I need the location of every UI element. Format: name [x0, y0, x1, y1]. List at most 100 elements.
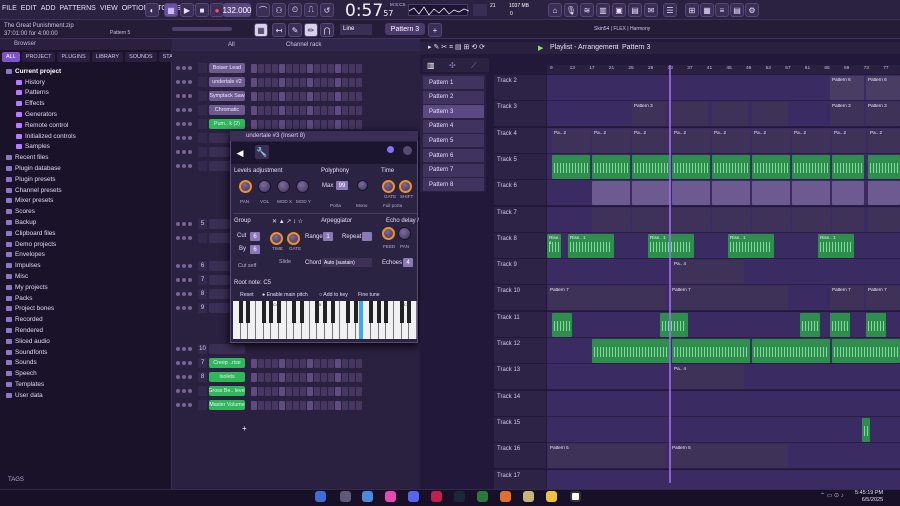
browser-tab-library[interactable]: LIBRARY [91, 52, 124, 62]
playlist-clip[interactable] [592, 207, 630, 232]
channel-pan-knob[interactable] [182, 292, 186, 296]
step-button[interactable] [342, 400, 348, 410]
channel-mute-led[interactable] [176, 389, 180, 393]
step-button[interactable] [258, 386, 264, 396]
channel-mute-led[interactable] [176, 278, 180, 282]
channel-name-button[interactable]: Gross Be.. level [209, 386, 245, 396]
menu-file[interactable]: FILE [2, 5, 17, 12]
media-icon[interactable] [431, 491, 442, 502]
browser-icon[interactable] [500, 491, 511, 502]
step-button[interactable] [349, 400, 355, 410]
step-button[interactable] [286, 91, 292, 101]
browser-item[interactable]: User data [6, 390, 166, 401]
playlist-clip[interactable] [868, 181, 900, 206]
channel-vol-knob[interactable] [188, 136, 192, 140]
pattern-selector[interactable]: Pattern 3 [385, 23, 425, 35]
channel-mute-led[interactable] [176, 375, 180, 379]
step-button[interactable] [265, 358, 271, 368]
step-button[interactable] [251, 358, 257, 368]
step-button[interactable] [265, 77, 271, 87]
step-button[interactable] [356, 77, 362, 87]
step-button[interactable] [251, 105, 257, 115]
black-key[interactable] [346, 301, 350, 323]
step-button[interactable] [314, 386, 320, 396]
menu-edit[interactable]: EDIT [21, 5, 37, 12]
step-button[interactable] [279, 105, 285, 115]
step-button[interactable] [349, 119, 355, 129]
sampler-icon[interactable]: ◀ [234, 147, 246, 159]
step-button[interactable] [321, 386, 327, 396]
step-button[interactable] [342, 119, 348, 129]
step-button[interactable] [258, 119, 264, 129]
piano-keys-icon[interactable]: ▥ [427, 61, 435, 70]
track-header[interactable]: Track 12 [494, 338, 546, 364]
modx-knob[interactable] [277, 180, 290, 193]
step-button[interactable] [258, 372, 264, 382]
playlist-clip[interactable]: Rise.. 1 [568, 233, 614, 258]
step-button[interactable] [328, 372, 334, 382]
playlist-clip[interactable] [866, 312, 886, 337]
playlist-clip[interactable] [792, 207, 830, 232]
playhead[interactable] [669, 65, 671, 483]
step-button[interactable] [286, 386, 292, 396]
echoes-value[interactable]: 4 [403, 258, 413, 267]
step-button[interactable] [307, 400, 313, 410]
channel-mixer-track[interactable] [198, 63, 207, 73]
step-button[interactable] [251, 77, 257, 87]
channel-mute-led[interactable] [176, 122, 180, 126]
mono-label[interactable]: Mono [356, 203, 368, 208]
track-header[interactable]: Track 14 [494, 390, 546, 417]
browser-item[interactable]: Demo projects [6, 239, 166, 250]
channel-vol-knob[interactable] [188, 306, 192, 310]
channel-vol-knob[interactable] [188, 403, 192, 407]
playlist-clip[interactable] [672, 181, 710, 206]
step-button[interactable] [321, 358, 327, 368]
browser-tab-all[interactable]: ALL [2, 52, 20, 62]
track-header[interactable]: Track 2 [494, 75, 546, 101]
step-button[interactable] [265, 91, 271, 101]
pattern-list-item[interactable]: Pattern 3 [423, 105, 484, 119]
channel-pan-knob[interactable] [182, 375, 186, 379]
step-sequencer[interactable] [251, 386, 362, 396]
black-key[interactable] [246, 301, 251, 323]
playlist-clip[interactable]: Pattern 6 [866, 76, 900, 100]
channel-pan-knob[interactable] [182, 66, 186, 70]
channel-mixer-track[interactable] [198, 77, 207, 87]
channel-vol-knob[interactable] [188, 164, 192, 168]
full-porta-label[interactable]: Full porta [383, 203, 402, 208]
step-button[interactable] [342, 77, 348, 87]
step-button[interactable] [286, 63, 292, 73]
step-button[interactable] [328, 91, 334, 101]
channel-pan-knob[interactable] [182, 403, 186, 407]
step-button[interactable] [335, 386, 341, 396]
track-header[interactable]: Track 5 [494, 153, 546, 180]
step-button[interactable] [300, 77, 306, 87]
step-button[interactable] [307, 358, 313, 368]
playlist-clip[interactable]: Pattern 3 [866, 102, 900, 127]
playlist-clip[interactable]: Pa.. 4 [672, 260, 744, 285]
playlist-clip[interactable] [632, 154, 670, 179]
system-clock[interactable]: 5:45:19 PM 6/5/2025 [855, 490, 883, 504]
black-key[interactable] [353, 301, 358, 323]
channel-mute-led[interactable] [176, 108, 180, 112]
browser-item[interactable]: Sliced audio [6, 336, 166, 347]
channel-vol-knob[interactable] [188, 264, 192, 268]
step-sequencer[interactable] [251, 372, 362, 382]
pattern-list-item[interactable]: Pattern 7 [423, 163, 484, 177]
playlist-clip[interactable] [832, 181, 864, 206]
step-button[interactable] [293, 91, 299, 101]
step-button[interactable] [251, 119, 257, 129]
channel-vol-knob[interactable] [188, 375, 192, 379]
playlist-clip[interactable] [792, 154, 830, 179]
playlist-clip[interactable]: Pa.. 4 [672, 365, 744, 390]
online-button[interactable]: ⌂ [548, 3, 562, 17]
channel-name-button[interactable]: Symptack Saw [209, 91, 245, 101]
black-key[interactable] [384, 301, 389, 323]
channel-pan-knob[interactable] [182, 306, 186, 310]
channel-vol-knob[interactable] [188, 94, 192, 98]
track-lane[interactable] [547, 416, 900, 443]
move-icon[interactable]: ✣ [449, 61, 456, 70]
step-button[interactable] [349, 63, 355, 73]
step-button[interactable] [321, 400, 327, 410]
channel-name-button[interactable]: Pum.. k (2) [209, 119, 245, 129]
